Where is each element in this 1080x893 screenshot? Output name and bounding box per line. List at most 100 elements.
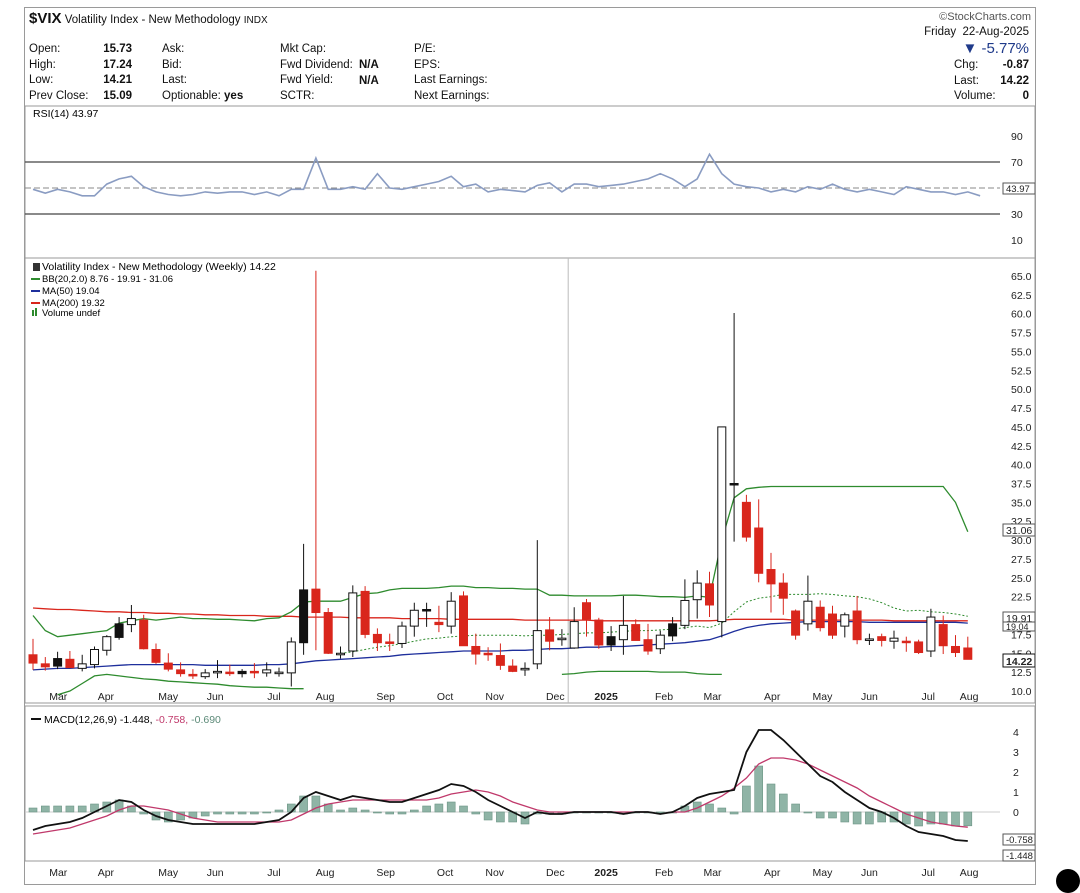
macd-histogram-bar: [483, 811, 493, 821]
candle-body: [459, 595, 468, 647]
macd-histogram-bar: [459, 805, 468, 813]
price-tick-label: 25.0: [1011, 573, 1032, 585]
macd-histogram-bar: [336, 809, 345, 813]
macd-signal-line: [32, 757, 968, 835]
bb-upper-tag: 31.06: [1006, 525, 1032, 537]
rsi-tick-label: 10: [1011, 235, 1023, 247]
price-tick-label: 27.5: [1011, 554, 1032, 566]
price-tick-label: 42.5: [1011, 441, 1032, 453]
price-x-label: Aug: [316, 691, 335, 703]
candle-body: [188, 673, 198, 677]
candle-body: [446, 600, 456, 627]
macd-x-label: Jun: [207, 867, 224, 879]
price-x-label: Apr: [98, 691, 115, 703]
macd-histogram-bar: [852, 811, 862, 825]
candle-body: [434, 621, 444, 626]
candle-body: [40, 663, 50, 668]
price-tick-label: 65.0: [1011, 271, 1032, 283]
candle-body: [901, 640, 911, 644]
candle-body: [729, 483, 739, 486]
macd-x-label: Jun: [861, 867, 878, 879]
macd-x-label: 2025: [594, 867, 618, 879]
candle-body: [828, 613, 837, 636]
candle-body: [951, 645, 960, 654]
macd-x-label: Mar: [703, 867, 722, 879]
price-x-label: Jul: [922, 691, 935, 703]
rsi-last-tag: 43.97: [1006, 184, 1030, 195]
macd-histogram-bar: [828, 811, 837, 819]
price-x-label: Jun: [861, 691, 878, 703]
candle-body: [754, 527, 764, 574]
macd-line-tag: -1.448: [1006, 851, 1033, 862]
price-x-label: Mar: [49, 691, 68, 703]
candle-body: [705, 583, 714, 606]
candle-body: [77, 663, 87, 669]
price-tick-label: 62.5: [1011, 290, 1032, 302]
price-x-label: Nov: [485, 691, 504, 703]
candle-body: [963, 647, 973, 660]
macd-label-signal: -0.758,: [155, 714, 188, 726]
candle-body: [938, 624, 948, 647]
candle-body: [360, 590, 370, 635]
macd-histogram-bar: [446, 801, 456, 813]
candle-body: [483, 652, 493, 656]
ma50-legend: MA(50) 19.04: [42, 286, 100, 297]
macd-histogram-bar: [754, 765, 764, 813]
candle-body: [311, 588, 321, 614]
candle-body: [213, 670, 222, 674]
price-tick-label: 57.5: [1011, 328, 1032, 340]
macd-histogram-bar: [815, 811, 825, 819]
candle-body: [606, 636, 616, 646]
macd-histogram-bar: [262, 811, 271, 814]
macd-histogram-bar: [348, 807, 358, 813]
macd-histogram-bar: [434, 803, 444, 813]
macd-histogram-bar: [729, 811, 739, 815]
candle-body: [840, 614, 850, 627]
macd-signal-tag: -0.758: [1006, 835, 1033, 846]
price-tick-label: 47.5: [1011, 403, 1032, 415]
corner-dot: [1056, 869, 1080, 893]
charts-svg: RSI(14) 43.97 1030507090 43.97 10.012.51…: [25, 105, 1035, 879]
macd-x-label: Apr: [98, 867, 115, 879]
candle-body: [163, 662, 173, 670]
macd-histogram-bar: [360, 809, 370, 813]
candle-body: [323, 612, 333, 654]
price-x-label: May: [158, 691, 179, 703]
volume-legend: Volume undef: [42, 308, 100, 319]
candle-body: [397, 625, 407, 644]
candle-body: [237, 670, 247, 675]
candle-body: [914, 641, 924, 654]
last-price-tag: 14.22: [1006, 656, 1032, 668]
chart-frame: $VIX Volatility Index - New Methodology …: [24, 7, 1036, 885]
price-tick-label: 55.0: [1011, 346, 1032, 358]
macd-histogram-bar: [409, 809, 419, 813]
macd-histogram-bar: [742, 785, 751, 813]
candle-body: [262, 669, 272, 674]
candle-body: [655, 634, 665, 650]
volume-legend-icon: [32, 310, 34, 316]
macd-x-label: Dec: [546, 867, 565, 879]
candle-body: [815, 606, 825, 629]
macd-histogram-bar: [963, 811, 973, 827]
macd-tick-label: 4: [1013, 727, 1019, 739]
candle-body: [803, 600, 813, 625]
price-tick-label: 10.0: [1011, 686, 1032, 698]
macd-panel: 0 1 2 3 4 MACD(12,26,9) -1.448, -0.758, -0.6…: [25, 705, 1035, 879]
candle-body: [299, 589, 309, 644]
price-x-label: Feb: [655, 691, 673, 703]
price-tick-label: 60.0: [1011, 309, 1032, 321]
candle-body: [336, 652, 345, 656]
price-tick-label: 12.5: [1011, 667, 1032, 679]
macd-label-hist: -0.690: [191, 714, 221, 726]
macd-tick-label: 2: [1013, 767, 1019, 779]
candle-body: [889, 637, 899, 642]
candle-body: [631, 624, 641, 641]
candle-body: [385, 641, 395, 644]
ma200-line: [32, 607, 968, 622]
price-panel: 10.012.515.017.520.022.525.027.530.032.5…: [25, 257, 1035, 704]
macd-x-label: Aug: [960, 867, 979, 879]
rsi-panel-border: [25, 105, 1035, 259]
candle-body: [557, 637, 567, 641]
macd-x-label: Sep: [376, 867, 395, 879]
macd-x-label: Jul: [922, 867, 935, 879]
